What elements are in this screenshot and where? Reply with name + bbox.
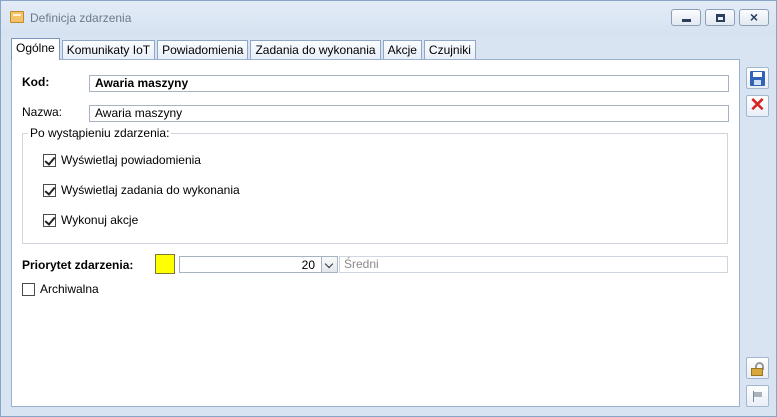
priority-color-swatch[interactable] [155,254,175,274]
title-bar: Definicja zdarzenia × [1,1,776,35]
minimize-icon [682,19,691,22]
maximize-button[interactable] [705,9,735,26]
tab-powiadomienia[interactable]: Powiadomienia [157,40,249,60]
kod-label: Kod: [22,75,50,89]
priority-name-field: Średni [339,256,728,273]
execute-actions-checkbox-row[interactable]: Wykonuj akcje [43,213,138,227]
flag-icon [753,391,763,402]
tab-panel-ogolne: Kod: Awaria maszyny Nazwa: Awaria maszyn… [11,59,740,407]
priority-value: 20 [301,258,315,272]
archive-checkbox-row[interactable]: Archiwalna [22,282,99,296]
archive-label: Archiwalna [40,282,99,296]
priority-select[interactable]: 20 [179,256,338,273]
group-title: Po wystąpieniu zdarzenia: [28,126,172,140]
chevron-down-icon[interactable] [321,257,337,272]
tab-ogolne[interactable]: Ogólne [11,38,60,60]
lock-button[interactable] [746,357,769,379]
show-tasks-checkbox[interactable] [43,183,56,197]
nazwa-input[interactable]: Awaria maszyny [89,105,729,122]
archive-checkbox[interactable] [22,282,35,296]
show-tasks-checkbox-row[interactable]: Wyświetlaj zadania do wykonania [43,183,240,197]
tab-zadania-do-wykonania[interactable]: Zadania do wykonania [250,40,381,60]
tab-czujniki[interactable]: Czujniki [423,40,476,60]
lock-icon [751,362,765,376]
close-icon: ✕ [749,95,766,116]
execute-actions-label: Wykonuj akcje [61,213,139,227]
show-notifications-label: Wyświetlaj powiadomienia [61,153,201,167]
show-tasks-label: Wyświetlaj zadania do wykonania [61,183,240,197]
tab-strip: Ogólne Komunikaty IoT Powiadomienia Zada… [11,38,478,60]
tab-akcje[interactable]: Akcje [382,40,422,60]
after-event-group: Po wystąpieniu zdarzenia: Wyświetlaj pow… [22,126,728,244]
save-icon [750,71,765,86]
save-button[interactable] [746,67,769,89]
maximize-icon [716,14,725,22]
execute-actions-checkbox[interactable] [43,213,56,227]
kod-input[interactable]: Awaria maszyny [89,75,729,92]
nazwa-label: Nazwa: [22,105,63,119]
minimize-button[interactable] [671,9,701,26]
dialog-window: Definicja zdarzenia × Ogólne Komunikaty … [0,0,777,417]
close-window-button[interactable]: × [739,9,769,26]
show-notifications-checkbox-row[interactable]: Wyświetlaj powiadomienia [43,153,201,167]
flag-button[interactable] [746,385,769,407]
priority-label: Priorytet zdarzenia: [22,258,134,272]
cancel-button[interactable]: ✕ [746,95,769,117]
window-title: Definicja zdarzenia [30,11,132,25]
show-notifications-checkbox[interactable] [43,153,56,167]
app-icon [10,11,24,23]
tab-komunikaty-iot[interactable]: Komunikaty IoT [61,40,156,60]
close-icon: × [749,9,759,25]
